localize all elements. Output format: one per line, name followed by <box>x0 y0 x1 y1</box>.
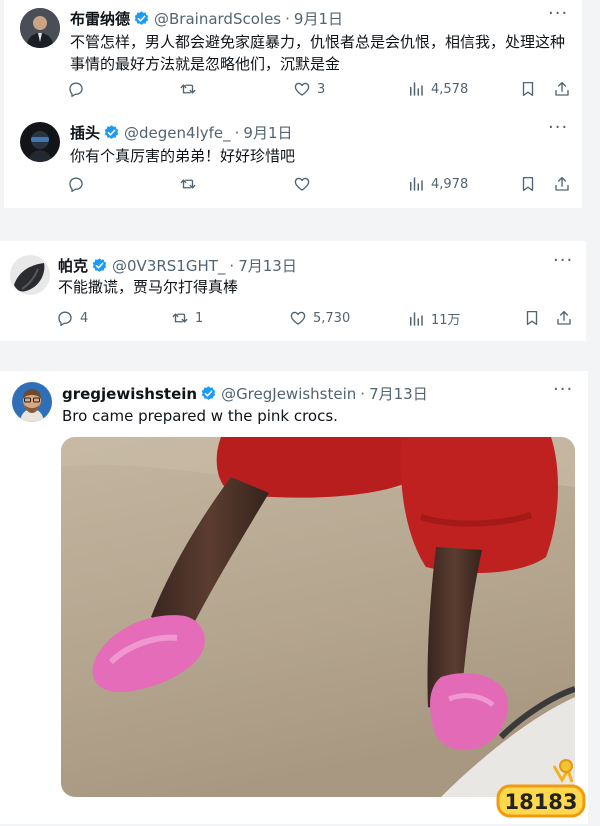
share-icon <box>553 175 571 193</box>
like-count: 5,730 <box>313 310 351 326</box>
watermark-logo: 18183 <box>494 756 588 822</box>
avatar[interactable] <box>20 8 60 48</box>
view-count: 11万 <box>431 313 461 328</box>
tweet-date[interactable]: 7月13日 <box>238 255 297 276</box>
like-button[interactable]: 5,730 <box>289 309 350 327</box>
separator-dot: · <box>285 9 290 28</box>
separator-dot: · <box>234 123 240 142</box>
tweet-actions: 4 1 5,730 11万 <box>0 309 586 333</box>
retweet-button[interactable]: 1 <box>171 309 203 327</box>
share-icon <box>553 80 571 98</box>
user-handle[interactable]: @degen4lyfe_ <box>124 124 231 142</box>
bookmark-button[interactable] <box>523 309 541 327</box>
avatar[interactable] <box>10 255 50 295</box>
verified-badge-icon <box>103 124 120 141</box>
display-name[interactable]: gregjewishstein <box>62 385 197 403</box>
reply-icon <box>67 175 85 193</box>
more-icon[interactable]: ··· <box>548 117 568 138</box>
more-icon[interactable]: ··· <box>553 379 573 400</box>
video-frame <box>61 437 575 797</box>
bookmark-button[interactable] <box>519 175 537 193</box>
like-icon <box>293 175 311 193</box>
reply-count: 4 <box>80 310 89 326</box>
tweet-text: 你有个真厉害的弟弟！好好珍惜吧 <box>70 147 296 165</box>
views-icon <box>407 175 425 193</box>
avatar[interactable] <box>20 122 60 162</box>
reply-icon <box>56 309 74 327</box>
share-button[interactable] <box>553 80 571 98</box>
verified-badge-icon <box>91 257 108 274</box>
reply-button[interactable] <box>67 80 85 98</box>
retweet-button[interactable] <box>179 80 197 98</box>
tweet-degen[interactable]: 插头 @degen4lyfe_ · 9月1日 ··· 你有个真厉害的弟弟！好好珍… <box>4 112 582 208</box>
verified-badge-icon <box>133 10 150 27</box>
more-icon[interactable]: ··· <box>548 3 568 24</box>
retweet-icon <box>179 80 197 98</box>
separator-dot: · <box>229 256 235 275</box>
tweet-video[interactable] <box>61 437 575 797</box>
tweet-brainard[interactable]: 布雷纳德 @BrainardScoles · 9月1日 ··· 不管怎样，男人都… <box>4 0 582 104</box>
share-icon <box>555 309 573 327</box>
views-button[interactable]: 11万 <box>407 309 461 328</box>
reply-button[interactable]: 4 <box>56 309 88 327</box>
views-button[interactable]: 4,978 <box>407 175 468 193</box>
view-count: 4,578 <box>431 81 469 97</box>
tweet-text: 不管怎样，男人都会避免家庭暴力，仇恨者总是会仇恨，相信我，处理这种事情的最好方法… <box>70 33 566 73</box>
tweet-text: Bro came prepared w the pink crocs. <box>62 407 338 425</box>
tweet-date[interactable]: 9月1日 <box>294 8 343 29</box>
share-button[interactable] <box>555 309 573 327</box>
reply-icon <box>67 80 85 98</box>
retweet-icon <box>179 175 197 193</box>
watermark-text: 18183 <box>504 790 577 814</box>
tweet-actions: 3 4,578 <box>4 80 582 104</box>
bookmark-icon <box>519 175 537 193</box>
tweet-actions: 4,978 <box>4 175 582 199</box>
tweet-card-3: gregjewishstein @GregJewishstein · 7月13日… <box>0 371 588 824</box>
user-handle[interactable]: @BrainardScoles <box>154 10 281 28</box>
tweet-date[interactable]: 7月13日 <box>369 383 428 404</box>
like-button[interactable]: 3 <box>293 80 325 98</box>
tweet-card-1: 布雷纳德 @BrainardScoles · 9月1日 ··· 不管怎样，男人都… <box>4 0 582 208</box>
share-button[interactable] <box>553 175 571 193</box>
user-handle[interactable]: @GregJewishstein <box>221 385 356 403</box>
bookmark-button[interactable] <box>519 80 537 98</box>
tweet-text: 不能撒谎，贾马尔打得真棒 <box>58 278 239 296</box>
like-count: 3 <box>317 81 326 97</box>
retweet-button[interactable] <box>179 175 197 193</box>
view-count: 4,978 <box>431 176 469 192</box>
retweet-count: 1 <box>195 310 204 326</box>
views-icon <box>407 80 425 98</box>
tweet-card-2: 帕克 @0V3RS1GHT_ · 7月13日 ··· 不能撒谎，贾马尔打得真棒 … <box>0 241 586 341</box>
tweet-parker[interactable]: 帕克 @0V3RS1GHT_ · 7月13日 ··· 不能撒谎，贾马尔打得真棒 … <box>0 241 586 341</box>
reply-button[interactable] <box>67 175 85 193</box>
separator-dot: · <box>360 384 366 403</box>
views-icon <box>407 310 425 328</box>
views-button[interactable]: 4,578 <box>407 80 468 98</box>
retweet-icon <box>171 309 189 327</box>
display-name[interactable]: 帕克 <box>58 255 88 276</box>
display-name[interactable]: 插头 <box>70 122 100 143</box>
more-icon[interactable]: ··· <box>553 250 573 271</box>
display-name[interactable]: 布雷纳德 <box>70 8 130 29</box>
user-handle[interactable]: @0V3RS1GHT_ <box>112 257 225 275</box>
bookmark-icon <box>519 80 537 98</box>
like-icon <box>289 309 307 327</box>
tweet-date[interactable]: 9月1日 <box>243 122 292 143</box>
avatar[interactable] <box>12 382 52 422</box>
like-button[interactable] <box>293 175 311 193</box>
bookmark-icon <box>523 309 541 327</box>
verified-badge-icon <box>200 385 217 402</box>
like-icon <box>293 80 311 98</box>
tweet-greg[interactable]: gregjewishstein @GregJewishstein · 7月13日… <box>0 371 588 824</box>
